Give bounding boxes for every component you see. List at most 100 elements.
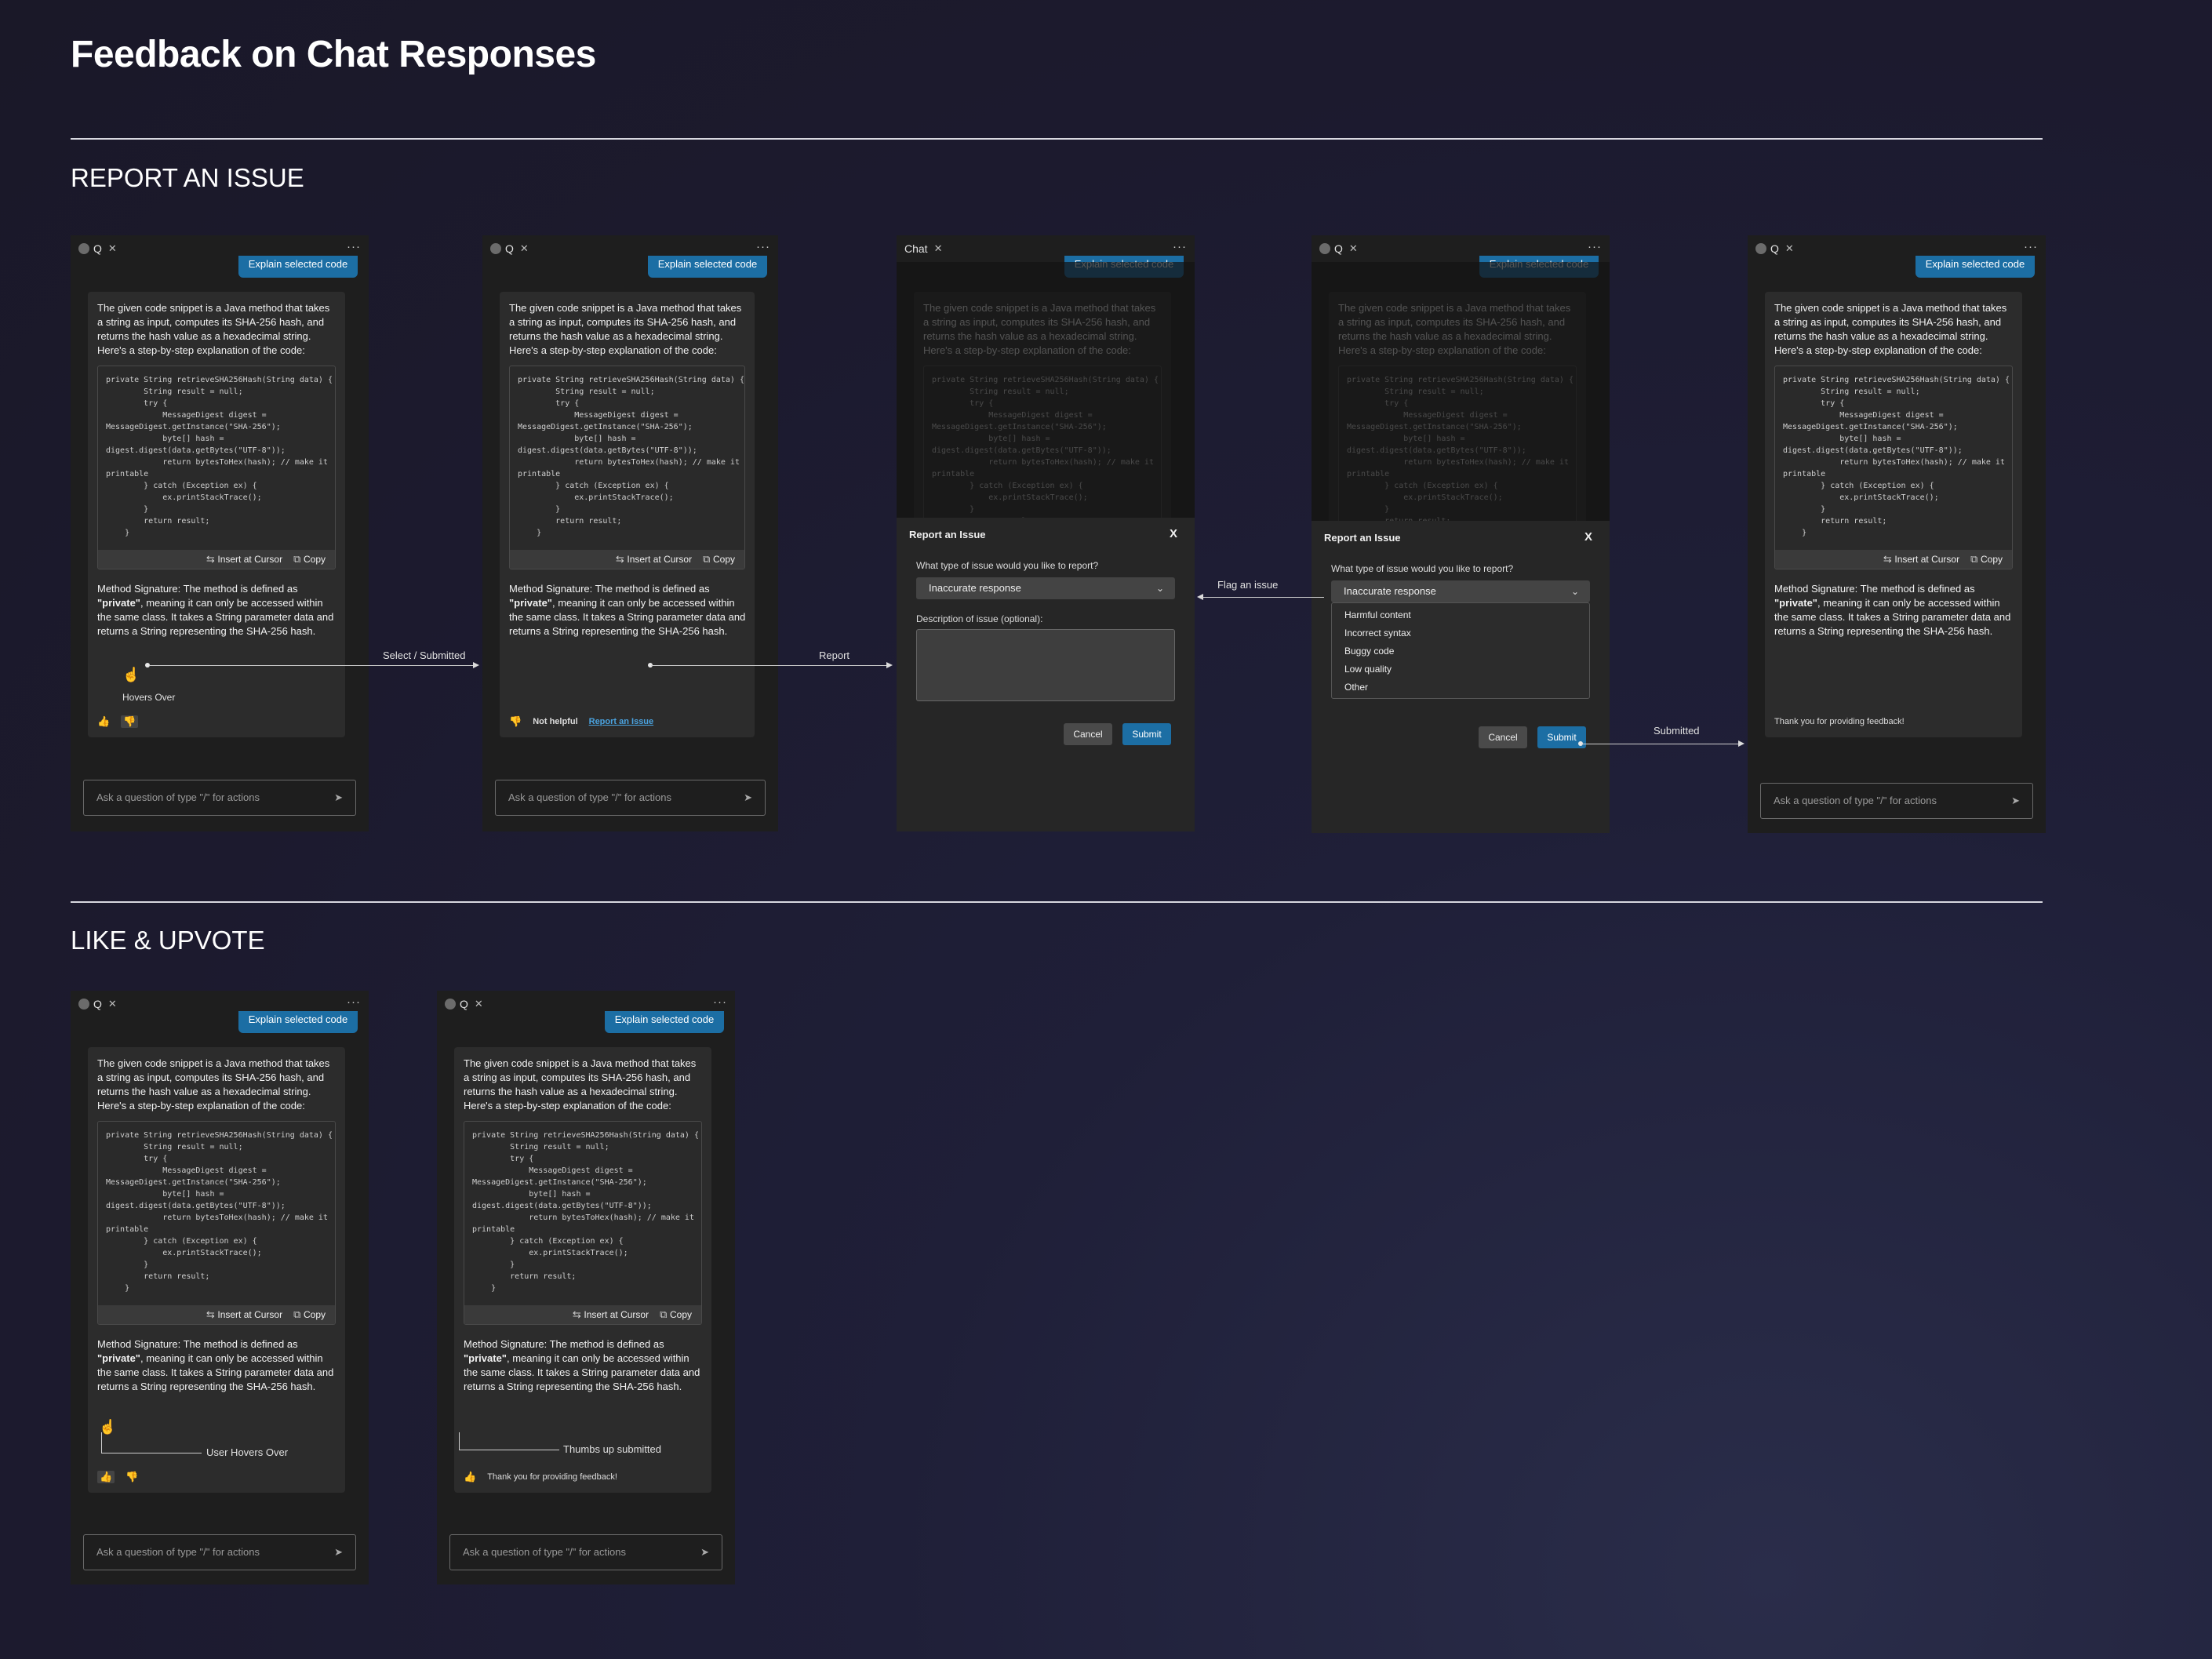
copy-icon: ⧉ — [293, 553, 304, 565]
pointer-cursor-icon: ☝ — [122, 667, 140, 682]
dropdown-option[interactable]: Buggy code — [1332, 642, 1589, 660]
explain-selected-code-button[interactable]: Explain selected code — [648, 256, 767, 278]
chat-input[interactable]: Ask a question of type "/" for actions ➤ — [449, 1534, 722, 1570]
q-logo-icon — [78, 999, 89, 1010]
thanks-text: Thank you for providing feedback! — [487, 1472, 617, 1482]
close-icon[interactable]: ✕ — [934, 242, 943, 255]
copy-button[interactable]: ⧉ Copy — [1970, 553, 2003, 566]
thumbs-up-icon[interactable]: 👍 — [97, 1471, 115, 1483]
q-logo-icon — [490, 243, 501, 254]
copy-label: Copy — [303, 1309, 326, 1320]
code-text: private String retrieveSHA256Hash(String… — [1783, 376, 2010, 537]
description-textarea[interactable] — [916, 629, 1175, 701]
more-icon[interactable]: ··· — [713, 995, 727, 1009]
copy-button[interactable]: ⧉ Copy — [293, 553, 326, 566]
chat-input[interactable]: Ask a question of type "/" for actions ➤ — [495, 780, 766, 816]
send-icon[interactable]: ➤ — [334, 1535, 343, 1570]
method-signature-text: Method Signature: The method is defined … — [1774, 583, 2011, 637]
dropdown-option[interactable]: Other — [1332, 679, 1589, 697]
close-icon[interactable]: ✕ — [1349, 242, 1358, 255]
close-icon[interactable]: ✕ — [108, 242, 117, 255]
chat-input[interactable]: Ask a question of type "/" for actions ➤ — [83, 1534, 356, 1570]
close-icon[interactable]: ✕ — [1785, 242, 1794, 255]
report-issue-link[interactable]: Report an Issue — [589, 717, 654, 726]
tab-label[interactable]: Q — [1770, 242, 1779, 255]
code-block: private String retrieveSHA256Hash(String… — [97, 366, 336, 569]
chevron-down-icon: ⌄ — [1155, 583, 1164, 594]
issue-type-select[interactable]: Inaccurate response ⌄ — [1331, 580, 1590, 602]
insert-at-cursor-button[interactable]: ⇆ Insert at Cursor — [206, 1308, 282, 1321]
q-logo-icon — [1755, 243, 1766, 254]
dropdown-option[interactable]: Harmful content — [1332, 606, 1589, 624]
divider — [71, 138, 2043, 140]
insert-at-cursor-button[interactable]: ⇆ Insert at Cursor — [573, 1308, 649, 1321]
code-actions: ⇆ Insert at Cursor ⧉ Copy — [1775, 550, 2012, 569]
more-icon[interactable]: ··· — [2024, 240, 2038, 253]
cancel-button[interactable]: Cancel — [1064, 723, 1112, 745]
modal-title: Report an Issue — [1324, 532, 1401, 544]
copy-label: Copy — [669, 1309, 692, 1320]
thumbs-down-icon[interactable]: 👎 — [126, 1471, 138, 1483]
insert-at-cursor-button[interactable]: ⇆ Insert at Cursor — [616, 553, 692, 566]
feedback-row: 👍 👎 — [88, 1468, 345, 1486]
chat-input[interactable]: Ask a question of type "/" for actions ➤ — [1760, 783, 2033, 819]
copy-button[interactable]: ⧉ Copy — [703, 553, 735, 566]
tab-label[interactable]: Q — [505, 242, 514, 255]
insert-icon: ⇆ — [206, 1308, 218, 1320]
copy-button[interactable]: ⧉ Copy — [293, 1308, 326, 1321]
issue-type-question: What type of issue would you like to rep… — [916, 560, 1099, 571]
explain-selected-code-button[interactable]: Explain selected code — [238, 1011, 358, 1033]
issue-type-dropdown: Harmful content Incorrect syntax Buggy cod… — [1331, 602, 1590, 699]
close-icon[interactable]: X — [1170, 527, 1177, 540]
thumbs-down-icon[interactable]: 👎 — [121, 715, 139, 728]
copy-button[interactable]: ⧉ Copy — [660, 1308, 692, 1321]
tab-label[interactable]: Q — [93, 242, 102, 255]
tab-label[interactable]: Q — [1334, 242, 1343, 255]
insert-at-cursor-label: Insert at Cursor — [1894, 554, 1960, 565]
chat-panel-report-dropdown: Q ✕ ··· Explain selected code The given … — [1312, 235, 1610, 833]
cancel-button[interactable]: Cancel — [1479, 726, 1527, 748]
more-icon[interactable]: ··· — [347, 995, 361, 1009]
close-icon[interactable]: ✕ — [520, 242, 529, 255]
more-icon[interactable]: ··· — [1173, 240, 1187, 253]
send-icon[interactable]: ➤ — [334, 780, 343, 815]
issue-type-question: What type of issue would you like to rep… — [1331, 563, 1514, 574]
code-block: private String retrieveSHA256Hash(String… — [509, 366, 745, 569]
more-icon[interactable]: ··· — [756, 240, 770, 253]
code-text: private String retrieveSHA256Hash(String… — [518, 376, 744, 537]
tab-label[interactable]: Q — [93, 998, 102, 1010]
flow-line — [149, 665, 475, 666]
flow-label-submitted: Submitted — [1654, 725, 1700, 737]
chat-input-placeholder: Ask a question of type "/" for actions — [508, 791, 671, 803]
close-icon[interactable]: ✕ — [108, 998, 117, 1010]
send-icon[interactable]: ➤ — [700, 1535, 709, 1570]
explain-selected-code-button[interactable]: Explain selected code — [238, 256, 358, 278]
submit-button[interactable]: Submit — [1122, 723, 1171, 745]
more-icon[interactable]: ··· — [1588, 240, 1602, 253]
arrow-right-icon — [886, 662, 893, 668]
send-icon[interactable]: ➤ — [744, 780, 752, 815]
send-icon[interactable]: ➤ — [2011, 784, 2020, 818]
explain-selected-code-button[interactable]: Explain selected code — [605, 1011, 724, 1033]
code-actions: ⇆ Insert at Cursor ⧉ Copy — [98, 1305, 335, 1324]
insert-at-cursor-button[interactable]: ⇆ Insert at Cursor — [206, 553, 282, 566]
report-issue-modal: Report an Issue X What type of issue would… — [897, 518, 1195, 831]
dropdown-option[interactable]: Incorrect syntax — [1332, 624, 1589, 642]
copy-icon: ⧉ — [660, 1308, 670, 1320]
close-icon[interactable]: X — [1584, 530, 1592, 544]
close-icon[interactable]: ✕ — [475, 998, 483, 1010]
issue-type-select[interactable]: Inaccurate response ⌄ — [916, 577, 1175, 599]
tab-label[interactable]: Chat — [904, 242, 928, 255]
copy-icon: ⧉ — [293, 1308, 304, 1320]
more-icon[interactable]: ··· — [347, 240, 361, 253]
insert-at-cursor-button[interactable]: ⇆ Insert at Cursor — [1883, 553, 1959, 566]
thumbs-up-icon[interactable]: 👍 — [97, 715, 110, 728]
feedback-row: 👎 Not helpful Report an Issue — [500, 712, 755, 731]
chat-input-placeholder: Ask a question of type "/" for actions — [96, 791, 260, 803]
tab-label[interactable]: Q — [460, 998, 468, 1010]
chat-input[interactable]: Ask a question of type "/" for actions ➤ — [83, 780, 356, 816]
dropdown-option[interactable]: Low quality — [1332, 660, 1589, 679]
page-title: Feedback on Chat Responses — [71, 34, 596, 75]
chat-panel-thanks: Q ✕ ··· Explain selected code The given … — [1748, 235, 2046, 833]
explain-selected-code-button[interactable]: Explain selected code — [1915, 256, 2035, 278]
